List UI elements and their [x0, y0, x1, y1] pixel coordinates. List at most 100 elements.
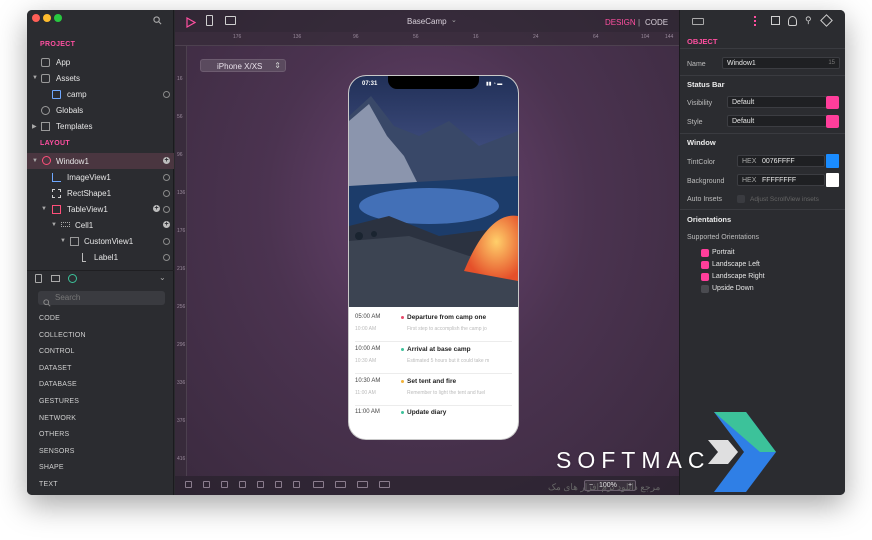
add-icon[interactable]: + — [163, 221, 170, 228]
timeline-end-time: 10:00 AM — [355, 326, 377, 332]
align-top-icon[interactable] — [239, 481, 246, 488]
visibility-select[interactable]: Default — [727, 96, 827, 108]
disclosure-open-icon[interactable]: ▼ — [32, 75, 38, 81]
tree-item-tableview1[interactable]: ▼ TableView1 + — [27, 201, 174, 217]
gear-icon[interactable] — [163, 174, 170, 181]
minimize-window-button[interactable] — [43, 14, 51, 22]
timeline-title: Departure from camp one — [407, 314, 487, 321]
tree-item-imageview1[interactable]: ImageView1 — [27, 169, 174, 185]
code-diamond-icon[interactable] — [820, 14, 833, 27]
design-canvas[interactable]: BaseCamp ⌄ DESIGN | CODE 176 136 96 56 1… — [175, 10, 679, 495]
run-icon[interactable] — [186, 15, 197, 33]
tint-color-swatch[interactable] — [826, 154, 839, 168]
code-mode-tab[interactable]: CODE — [645, 18, 668, 27]
link-icon[interactable]: ⚲ — [805, 15, 812, 26]
upside-down-checkbox[interactable] — [701, 285, 709, 293]
align-middle-icon[interactable] — [257, 481, 264, 488]
visibility-stepper-icon[interactable] — [826, 96, 839, 109]
ruler-number: 336 — [177, 380, 186, 386]
zoom-window-button[interactable] — [54, 14, 62, 22]
align-bottom-icon[interactable] — [275, 481, 282, 488]
divider — [680, 75, 845, 76]
tint-color-field[interactable]: HEX 0076FFFF — [737, 155, 825, 167]
disclosure-closed-icon[interactable]: ▶ — [32, 123, 37, 130]
disclosure-open-icon[interactable]: ▼ — [41, 206, 47, 212]
add-icon[interactable]: + — [163, 157, 170, 164]
portrait-checkbox[interactable] — [701, 249, 709, 257]
list-icon[interactable] — [754, 16, 763, 26]
gear-icon[interactable] — [163, 254, 170, 261]
tree-item-assets[interactable]: ▼ Assets — [27, 70, 174, 86]
close-window-button[interactable] — [32, 14, 40, 22]
softmac-logo-icon — [708, 412, 776, 492]
frame-icon[interactable] — [771, 16, 780, 25]
landscape-left-checkbox[interactable] — [701, 261, 709, 269]
disclosure-open-icon[interactable]: ▼ — [60, 238, 66, 244]
background-color-swatch[interactable] — [826, 173, 839, 187]
tree-item-templates[interactable]: ▶ Templates — [27, 118, 174, 134]
tree-item-customview1[interactable]: ▼ CustomView1 — [27, 233, 174, 249]
cell-icon — [61, 222, 70, 227]
disclosure-open-icon[interactable]: ▼ — [32, 158, 38, 164]
style-select[interactable]: Default — [727, 115, 827, 127]
gear-icon[interactable] — [163, 238, 170, 245]
shield-icon[interactable] — [788, 16, 797, 26]
tree-item-label: RectShape1 — [67, 188, 112, 198]
tree-item-rectshape1[interactable]: RectShape1 — [27, 185, 174, 201]
tree-item-camp[interactable]: camp — [27, 86, 174, 102]
background-color-field[interactable]: HEX FFFFFFFF — [737, 174, 825, 186]
category-dataset[interactable]: DATASET — [39, 365, 72, 372]
library-search-input[interactable]: Search — [38, 291, 165, 307]
add-icon[interactable]: + — [153, 205, 160, 212]
layout-icon[interactable] — [225, 16, 236, 25]
device-icon[interactable] — [206, 15, 213, 26]
device-selector-value: iPhone X/XS — [217, 62, 263, 71]
style-stepper-icon[interactable] — [826, 115, 839, 128]
category-gestures[interactable]: GESTURES — [39, 398, 79, 405]
camp-image-view[interactable]: 07:31 ▮▮ ◔ ▬ — [349, 76, 518, 307]
search-icon[interactable] — [153, 16, 162, 28]
name-field[interactable]: Window1 15 — [722, 57, 840, 69]
landscape-right-checkbox[interactable] — [701, 273, 709, 281]
align-right-icon[interactable] — [221, 481, 228, 488]
align-center-icon[interactable] — [203, 481, 210, 488]
disclosure-open-icon[interactable]: ▼ — [51, 222, 57, 228]
category-shape[interactable]: SHAPE — [39, 464, 64, 471]
css-icon[interactable] — [692, 18, 704, 25]
chevron-down-icon[interactable]: ⌄ — [451, 16, 457, 24]
objects-tab-icon[interactable] — [68, 274, 77, 283]
ungroup-icon[interactable] — [335, 481, 346, 488]
tree-item-label1[interactable]: Label1 — [27, 249, 174, 265]
chevron-down-icon[interactable]: ⌄ — [159, 273, 166, 282]
bring-front-icon[interactable] — [357, 481, 368, 488]
category-collection[interactable]: COLLECTION — [39, 332, 86, 339]
timeline-start-time: 05:00 AM — [355, 314, 381, 320]
tree-item-label: Label1 — [94, 252, 119, 262]
media-tab-icon[interactable] — [51, 275, 60, 282]
tree-item-cell1[interactable]: ▼ Cell1 + — [27, 217, 174, 233]
gear-icon[interactable] — [163, 206, 170, 213]
design-mode-tab[interactable]: DESIGN — [605, 18, 636, 27]
category-control[interactable]: CONTROL — [39, 348, 75, 355]
send-back-icon[interactable] — [379, 481, 390, 488]
category-database[interactable]: DATABASE — [39, 381, 77, 388]
group-icon[interactable] — [313, 481, 324, 488]
auto-insets-checkbox[interactable] — [737, 195, 745, 203]
left-sidebar: PROJECT App ▼ Assets camp Globals ▶ Temp… — [27, 10, 174, 495]
tree-item-globals[interactable]: Globals — [27, 102, 174, 118]
category-sensors[interactable]: SENSORS — [39, 448, 75, 455]
device-selector[interactable]: iPhone X/XS ⇕ — [200, 59, 286, 72]
tree-item-app[interactable]: App — [27, 54, 174, 70]
category-text[interactable]: TEXT — [39, 481, 58, 488]
image-view-icon — [52, 173, 61, 182]
gear-icon[interactable] — [163, 190, 170, 197]
file-tab-icon[interactable] — [35, 274, 42, 283]
category-network[interactable]: NETWORK — [39, 415, 76, 422]
distribute-icon[interactable] — [293, 481, 300, 488]
tree-item-window1[interactable]: ▼ Window1 + — [27, 153, 174, 169]
category-others[interactable]: OTHERS — [39, 431, 69, 438]
align-left-icon[interactable] — [185, 481, 192, 488]
phone-preview[interactable]: 07:31 ▮▮ ◔ ▬ 05:00 AM 10:00 AM Departure… — [349, 76, 518, 439]
gear-icon[interactable] — [163, 91, 170, 98]
category-code[interactable]: CODE — [39, 315, 60, 322]
